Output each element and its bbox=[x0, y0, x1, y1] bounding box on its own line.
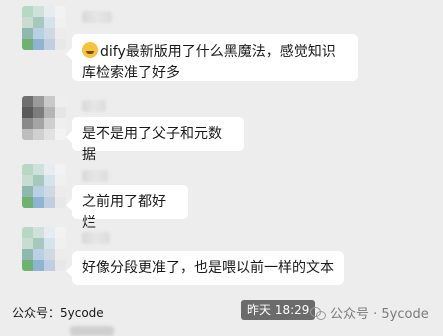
timestamp-badge: 昨天 18:29 bbox=[241, 300, 316, 320]
sender-name bbox=[82, 232, 110, 244]
avatar[interactable] bbox=[22, 96, 66, 140]
watermark-left: 公众号：5ycode bbox=[12, 306, 104, 320]
watermark-right: 公众号 · 5ycode bbox=[310, 303, 429, 322]
grinning-sweat-icon bbox=[82, 42, 98, 58]
message-bubble[interactable]: 之前用了都好烂 bbox=[66, 185, 188, 231]
avatar[interactable] bbox=[22, 164, 66, 208]
sender-name bbox=[82, 170, 108, 182]
watermark-right-text: 公众号 · 5ycode bbox=[330, 307, 429, 322]
message-bubble[interactable]: 是不是用了父子和元数据 bbox=[66, 117, 244, 163]
wechat-icon bbox=[310, 305, 326, 321]
message-text: dify最新版用了什么黑魔法，感觉知识库检索准了好多 bbox=[82, 44, 336, 81]
sender-name bbox=[82, 100, 106, 112]
message-bubble[interactable]: 好像分段更准了，也是喂以前一样的文本 bbox=[66, 251, 344, 285]
message-text: 是不是用了父子和元数据 bbox=[82, 126, 222, 163]
sender-name bbox=[82, 11, 112, 23]
message-bubble[interactable]: dify最新版用了什么黑魔法，感觉知识库检索准了好多 bbox=[66, 34, 358, 81]
avatar[interactable] bbox=[22, 227, 66, 271]
message-text: 好像分段更准了，也是喂以前一样的文本 bbox=[82, 260, 334, 276]
next-sender-name bbox=[70, 326, 114, 336]
avatar[interactable] bbox=[22, 6, 66, 50]
message-text: 之前用了都好烂 bbox=[82, 194, 166, 231]
